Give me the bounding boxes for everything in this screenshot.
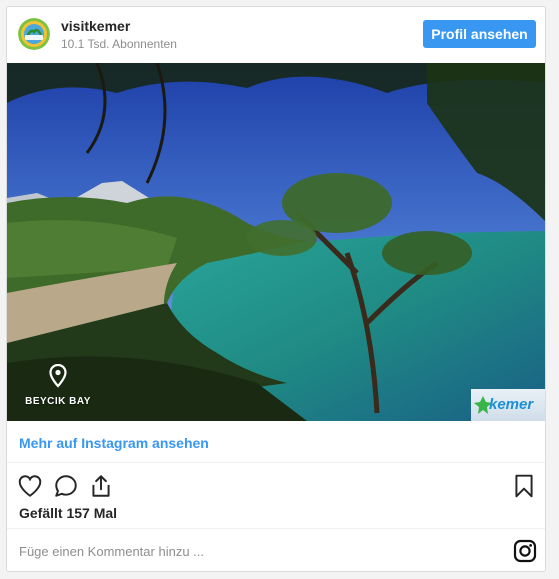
more-on-instagram-link[interactable]: Mehr auf Instagram ansehen	[19, 435, 209, 451]
action-bar	[7, 463, 545, 507]
heart-icon[interactable]	[17, 473, 43, 499]
kemer-logo-text: kemer	[489, 396, 534, 413]
avatar[interactable]	[18, 18, 50, 50]
view-profile-button[interactable]: Profil ansehen	[423, 20, 536, 48]
comment-icon[interactable]	[53, 473, 79, 499]
instagram-embed-card: visitkemer 10.1 Tsd. Abonnenten Profil a…	[6, 6, 546, 572]
location-pin-icon	[49, 364, 67, 388]
bookmark-icon[interactable]	[511, 473, 537, 499]
kemer-logo: kemer	[471, 389, 545, 421]
comment-row: Füge einen Kommentar hinzu ...	[7, 528, 545, 571]
more-on-instagram-row: Mehr auf Instagram ansehen	[7, 421, 545, 463]
post-header: visitkemer 10.1 Tsd. Abonnenten Profil a…	[7, 7, 545, 63]
share-icon[interactable]	[88, 473, 114, 499]
post-photo[interactable]: BEYCIK BAY kemer	[7, 63, 545, 421]
instagram-icon[interactable]	[513, 539, 537, 563]
location-tag: BEYCIK BAY	[23, 364, 93, 407]
add-comment-input[interactable]: Füge einen Kommentar hinzu ...	[19, 544, 204, 559]
follower-count: 10.1 Tsd. Abonnenten	[61, 37, 177, 51]
like-count: Gefällt 157 Mal	[19, 505, 118, 521]
username[interactable]: visitkemer	[61, 18, 130, 34]
location-label: BEYCIK BAY	[25, 396, 91, 407]
